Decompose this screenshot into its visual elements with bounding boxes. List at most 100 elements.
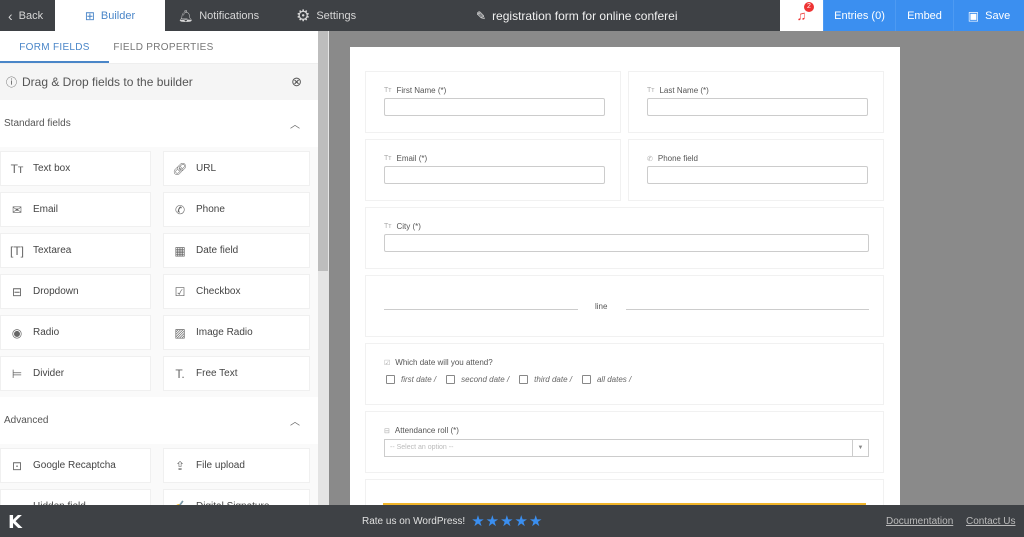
notifications-bell-button[interactable]: ♫ 2	[780, 0, 823, 31]
chevron-up-icon[interactable]: ︿	[290, 116, 300, 131]
form-canvas: Tт First Name (*) Tт Last Name (*) Tт Email…	[350, 47, 900, 519]
email-input[interactable]	[384, 166, 605, 184]
field-checkbox[interactable]: ☑ Checkbox	[163, 274, 310, 309]
star-rating-icon[interactable]: ★★★★★	[471, 512, 543, 530]
close-hint-icon[interactable]: ⊗	[291, 74, 302, 90]
divider-line-right	[626, 309, 869, 310]
text-icon: Tт	[384, 87, 392, 94]
checkbox[interactable]	[519, 375, 529, 384]
bell-icon: 🔔︎	[178, 8, 194, 23]
field-email[interactable]: ✉ Email	[0, 192, 151, 227]
chevron-down-icon[interactable]: ▼	[852, 440, 868, 456]
image-radio-icon: ▨	[174, 325, 186, 340]
field-file-upload[interactable]: ⇪ File upload	[163, 448, 310, 483]
form-title[interactable]: ✎ registration form for online conferei	[476, 0, 677, 31]
floppy-icon: ▣	[967, 8, 980, 23]
save-button[interactable]: ▣ Save	[953, 0, 1024, 31]
chevron-left-icon: ‹	[8, 7, 13, 24]
divider-label: line	[595, 302, 608, 311]
text-icon: Tт	[384, 223, 392, 230]
entries-button[interactable]: Entries (0)	[823, 0, 895, 31]
field-hidden[interactable]: ▭Hidden field	[0, 489, 151, 505]
gear-icon: ⚙	[296, 7, 311, 25]
tab-notifications[interactable]: 🔔︎ Notifications	[178, 0, 259, 31]
field-radio[interactable]: ◉ Radio	[0, 315, 151, 350]
documentation-link[interactable]: Documentation	[886, 516, 953, 527]
field-text-box[interactable]: Tт Text box	[0, 151, 151, 186]
text-icon: Tт	[10, 161, 24, 176]
tab-builder[interactable]: ⊞ Builder	[55, 0, 165, 31]
standard-fields-grid: Tт Text box 🔗︎ URL ✉ Email ✆ Phone [T] Textar…	[0, 147, 318, 397]
field-city[interactable]: Tт City (*)	[365, 207, 884, 269]
field-image-radio[interactable]: ▨ Image Radio	[163, 315, 310, 350]
field-phone[interactable]: ✆ Phone field	[628, 139, 884, 201]
dropdown-icon: ⊟	[11, 284, 23, 299]
upload-icon: ⇪	[174, 458, 186, 473]
field-dropdown[interactable]: ⊟ Dropdown	[0, 274, 151, 309]
link-icon: 🔗︎	[172, 161, 188, 176]
phone-icon: ✆	[647, 155, 653, 163]
first-name-input[interactable]	[384, 98, 605, 116]
top-bar: ‹ Back ⊞ Builder 🔔︎ Notifications ⚙ Sett…	[0, 0, 1024, 31]
field-textarea[interactable]: [T] Textarea	[0, 233, 151, 268]
field-attendance[interactable]: ⊟ Attendance roll (*) -- Select an option…	[365, 411, 884, 473]
date-options: first date / second date / third date / …	[386, 375, 631, 384]
notification-badge: 2	[804, 2, 814, 12]
text-icon: Tт	[647, 87, 655, 94]
embed-button[interactable]: Embed	[895, 0, 953, 31]
option-second-date[interactable]: second date /	[446, 375, 509, 384]
option-all-dates[interactable]: all dates /	[581, 375, 631, 384]
field-first-name[interactable]: Tт First Name (*)	[365, 71, 621, 133]
field-email[interactable]: Tт Email (*)	[365, 139, 621, 201]
advanced-fields-grid: ⊡Google Recaptcha ⇪File upload ▭Hidden f…	[0, 444, 318, 505]
phone-icon: ✆	[174, 202, 186, 217]
tab-field-properties[interactable]: FIELD PROPERTIES	[109, 31, 218, 63]
recaptcha-icon: ⊡	[11, 458, 23, 473]
field-url[interactable]: 🔗︎ URL	[163, 151, 310, 186]
footer: K Rate us on WordPress! ★★★★★ Documentat…	[0, 505, 1024, 537]
rate-us[interactable]: Rate us on WordPress! ★★★★★	[362, 505, 543, 537]
last-name-input[interactable]	[647, 98, 868, 116]
checkbox-icon: ☑	[384, 359, 391, 367]
section-standard-fields[interactable]: Standard fields ︿	[0, 100, 318, 147]
field-divider[interactable]: line	[365, 275, 884, 337]
drag-drop-hint: ⓘ Drag & Drop fields to the builder ⊗	[0, 64, 318, 100]
panel-tabs: FORM FIELDS FIELD PROPERTIES	[0, 31, 318, 64]
dropdown-icon: ⊟	[384, 427, 390, 435]
checkbox[interactable]	[386, 375, 395, 384]
field-phone[interactable]: ✆ Phone	[163, 192, 310, 227]
tab-settings[interactable]: ⚙ Settings	[296, 0, 356, 31]
brand-logo: K	[8, 512, 22, 533]
field-free-text[interactable]: T. Free Text	[163, 356, 310, 391]
textarea-icon: [T]	[10, 243, 24, 258]
checkbox-icon: ☑	[174, 284, 186, 299]
attendance-select[interactable]: -- Select an option -- ▼	[384, 439, 869, 457]
field-date[interactable]: ▦ Date field	[163, 233, 310, 268]
city-input[interactable]	[384, 234, 869, 252]
tab-form-fields[interactable]: FORM FIELDS	[0, 31, 109, 63]
option-third-date[interactable]: third date /	[519, 375, 572, 384]
phone-input[interactable]	[647, 166, 868, 184]
radio-icon: ◉	[11, 325, 23, 340]
field-dates[interactable]: ☑ Which date will you attend? first date …	[365, 343, 884, 405]
field-signature[interactable]: ✍Digital Signature	[163, 489, 310, 505]
checkbox[interactable]	[581, 375, 591, 384]
divider-icon: ⊨	[11, 366, 23, 381]
chevron-up-icon[interactable]: ︿	[290, 413, 300, 428]
option-first-date[interactable]: first date /	[386, 375, 436, 384]
field-recaptcha[interactable]: ⊡ Google Recaptcha	[0, 448, 151, 483]
layout-icon: ⊞	[84, 8, 95, 23]
field-divider[interactable]: ⊨ Divider	[0, 356, 151, 391]
contact-link[interactable]: Contact Us	[966, 516, 1015, 527]
envelope-icon: ✉	[11, 202, 23, 217]
checkbox[interactable]	[446, 375, 456, 384]
text-icon: Tт	[384, 155, 392, 162]
section-advanced[interactable]: Advanced ︿	[0, 397, 318, 444]
calendar-icon: ▦	[174, 243, 186, 258]
field-last-name[interactable]: Tт Last Name (*)	[628, 71, 884, 133]
info-icon: ⓘ	[6, 77, 17, 89]
edit-icon: ✎	[476, 8, 487, 23]
free-text-icon: T.	[175, 366, 185, 381]
back-button[interactable]: ‹ Back	[0, 0, 55, 31]
panel-scroll-thumb[interactable]	[318, 31, 328, 271]
